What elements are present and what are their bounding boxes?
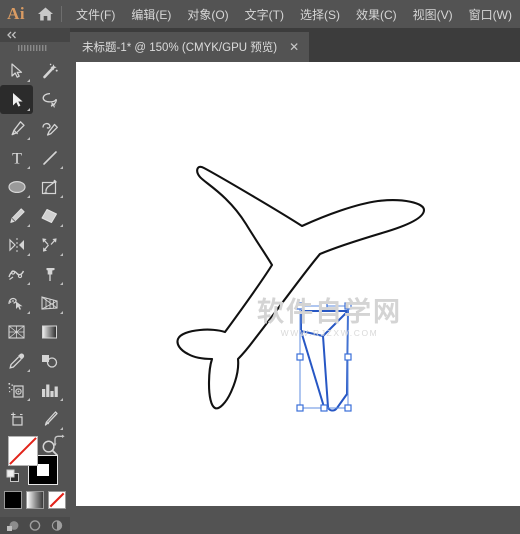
handle-top-left [296, 302, 304, 310]
document-canvas[interactable]: 软件自学网 WWW.RJZXW.COM [76, 62, 520, 506]
draw-normal-mode[interactable] [3, 518, 23, 533]
menu-edit[interactable]: 编辑(E) [123, 2, 179, 27]
tool-flyout-indicator [60, 166, 63, 169]
tool-flyout-indicator [27, 137, 30, 140]
svg-text:T: T [12, 150, 22, 167]
width-tool[interactable] [0, 259, 33, 288]
tool-flyout-indicator [60, 253, 63, 256]
handle-bottom-center [320, 404, 328, 412]
stroke-swatch-inner [37, 464, 49, 476]
tools-panel: T [0, 28, 70, 534]
draw-mode-buttons [0, 517, 70, 534]
menu-window[interactable]: 窗口(W) [461, 2, 520, 27]
airplane-path [176, 165, 426, 410]
ai-logo: Ai [7, 4, 26, 23]
ellipse-tool[interactable] [0, 172, 33, 201]
swap-fill-stroke-icon[interactable] [52, 434, 66, 452]
tool-flyout-indicator [27, 398, 30, 401]
color-mode-swatches [0, 491, 70, 515]
tool-flyout-indicator [60, 427, 63, 430]
handle-top-center [320, 302, 328, 310]
tool-flyout-indicator [60, 224, 63, 227]
menu-select[interactable]: 选择(S) [292, 2, 348, 27]
pencil-tool[interactable] [0, 201, 33, 230]
tools-panel-header [0, 28, 70, 42]
curvature-tool[interactable] [33, 114, 66, 143]
default-fill-stroke-icon[interactable] [6, 469, 20, 488]
document-tab-title: 未标题-1* @ 150% (CMYK/GPU 预览) [82, 42, 278, 54]
tool-flyout-indicator [60, 282, 63, 285]
menu-separator [61, 6, 63, 22]
perspective-grid-tool[interactable] [33, 288, 66, 317]
menu-file[interactable]: 文件(F) [68, 2, 123, 27]
menu-view[interactable]: 视图(V) [405, 2, 461, 27]
menu-object[interactable]: 对象(O) [179, 2, 236, 27]
artboard-tool[interactable] [0, 404, 33, 433]
selected-polygon-inner-path [300, 311, 324, 337]
type-tool[interactable]: T [0, 143, 33, 172]
tool-flyout-indicator [27, 282, 30, 285]
handle-mid-right [344, 353, 352, 361]
draw-behind-mode[interactable] [25, 518, 45, 533]
column-graph-tool[interactable] [33, 375, 66, 404]
none-slash-icon [9, 437, 37, 465]
symbol-sprayer-tool[interactable] [0, 375, 33, 404]
double-chevron-left-icon[interactable] [6, 26, 18, 44]
pen-tool[interactable] [0, 114, 33, 143]
none-swatch-button[interactable] [48, 491, 66, 509]
menu-bar: Ai 文件(F) 编辑(E) 对象(O) 文字(T) 选择(S) 效果(C) 视… [0, 0, 520, 28]
artwork-layer [176, 165, 426, 412]
tool-flyout-indicator [27, 108, 30, 111]
blend-tool[interactable] [33, 346, 66, 375]
free-transform-tool[interactable] [33, 259, 66, 288]
tool-flyout-indicator [60, 195, 63, 198]
document-tab-bar: 未标题-1* @ 150% (CMYK/GPU 预览) ✕ [70, 28, 520, 62]
mesh-tool[interactable] [0, 317, 33, 346]
close-icon[interactable]: ✕ [287, 41, 301, 53]
direct-selection-tool[interactable] [0, 85, 33, 114]
line-segment-tool[interactable] [33, 143, 66, 172]
handle-mid-left [296, 353, 304, 361]
paintbrush-tool[interactable] [33, 172, 66, 201]
eraser-tool[interactable] [33, 201, 66, 230]
tool-flyout-indicator [27, 79, 30, 82]
magic-wand-tool[interactable] [33, 56, 66, 85]
shape-builder-tool[interactable] [0, 288, 33, 317]
illustrator-window: Ai 文件(F) 编辑(E) 对象(O) 文字(T) 选择(S) 效果(C) 视… [0, 0, 520, 534]
document-tab[interactable]: 未标题-1* @ 150% (CMYK/GPU 预览) ✕ [70, 32, 311, 62]
menu-item-list: 文件(F) 编辑(E) 对象(O) 文字(T) 选择(S) 效果(C) 视图(V… [68, 2, 520, 27]
handle-bottom-right [344, 404, 352, 412]
tool-flyout-indicator [27, 195, 30, 198]
menu-type[interactable]: 文字(T) [237, 2, 292, 27]
color-controls [0, 433, 70, 534]
selected-polygon-path [321, 309, 349, 412]
tool-grid: T [0, 54, 70, 462]
tool-flyout-indicator [27, 369, 30, 372]
tool-flyout-indicator [27, 224, 30, 227]
tool-flyout-indicator [60, 311, 63, 314]
color-swatch-button[interactable] [4, 491, 22, 509]
home-icon[interactable] [32, 0, 59, 28]
slice-tool[interactable] [33, 404, 66, 433]
tool-flyout-indicator [27, 253, 30, 256]
fill-stroke-controls [0, 433, 70, 491]
tool-flyout-indicator [60, 398, 63, 401]
tool-flyout-indicator [27, 166, 30, 169]
fill-swatch[interactable] [8, 436, 38, 466]
draw-inside-mode[interactable] [47, 518, 67, 533]
tool-flyout-indicator [27, 311, 30, 314]
handle-top-right [344, 302, 352, 310]
handle-bottom-left [296, 404, 304, 412]
scale-tool[interactable] [33, 230, 66, 259]
gradient-tool[interactable] [33, 317, 66, 346]
eyedropper-tool[interactable] [0, 346, 33, 375]
menu-effect[interactable]: 效果(C) [348, 2, 405, 27]
selection-tool[interactable] [0, 56, 33, 85]
selected-polygon-left-edge [300, 330, 325, 408]
rotate-tool[interactable] [0, 230, 33, 259]
gradient-swatch-button[interactable] [26, 491, 44, 509]
lasso-tool[interactable] [33, 85, 66, 114]
